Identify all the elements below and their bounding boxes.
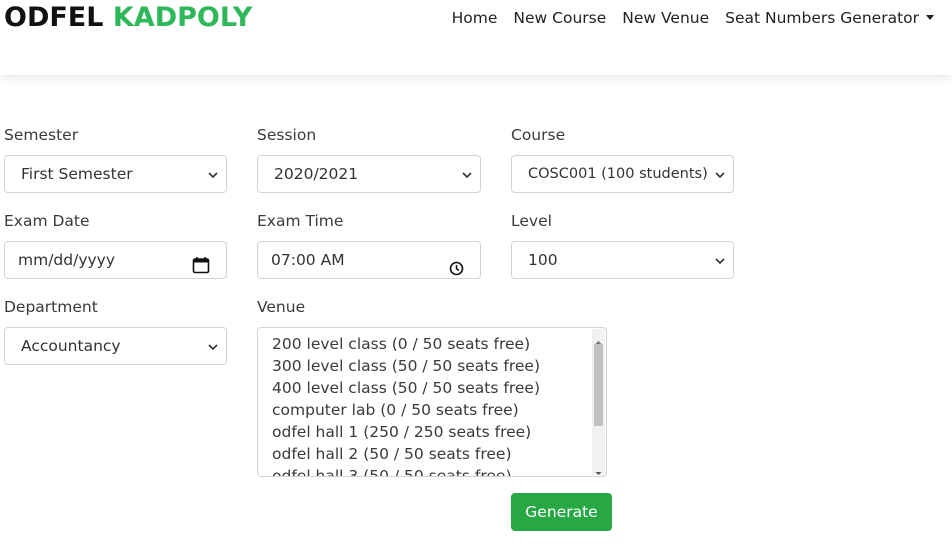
scrollbar-thumb[interactable] (594, 344, 603, 426)
clock-icon[interactable] (449, 253, 464, 289)
level-label: Level (511, 212, 552, 230)
chevron-down-icon (715, 171, 725, 179)
scroll-down-arrow-icon[interactable] (594, 463, 603, 475)
nav-new-venue[interactable]: New Venue (614, 7, 717, 29)
venue-label: Venue (257, 298, 306, 316)
chevron-down-icon (208, 343, 218, 351)
chevron-down-icon (208, 171, 218, 179)
level-value: 100 (528, 251, 558, 269)
course-select[interactable]: COSC001 (100 students) (511, 155, 734, 193)
level-select[interactable]: 100 (511, 241, 734, 279)
navbar: ODFEL KADPOLY Home New Course New Venue … (0, 0, 952, 75)
generate-button[interactable]: Generate (511, 493, 612, 531)
exam-time-input[interactable]: 07:00 AM (257, 241, 481, 279)
exam-time-label: Exam Time (257, 212, 344, 230)
exam-date-label: Exam Date (4, 212, 90, 230)
caret-down-icon (926, 15, 934, 20)
semester-label: Semester (4, 126, 79, 144)
chevron-down-icon (715, 257, 725, 265)
venue-option[interactable]: odfel hall 2 (50 / 50 seats free) (272, 443, 606, 465)
brand-part1: ODFEL (4, 2, 104, 33)
exam-time-value: 07:00 AM (271, 251, 345, 269)
session-label: Session (257, 126, 317, 144)
venue-options: 200 level class (0 / 50 seats free) 300 … (258, 328, 606, 476)
brand-logo[interactable]: ODFEL KADPOLY (4, 2, 252, 34)
scroll-up-arrow-icon[interactable] (594, 332, 603, 344)
nav-seat-numbers-label: Seat Numbers Generator (725, 9, 919, 27)
course-label: Course (511, 126, 566, 144)
venue-option[interactable]: 200 level class (0 / 50 seats free) (272, 333, 606, 355)
calendar-icon[interactable] (192, 251, 210, 287)
session-select[interactable]: 2020/2021 (257, 155, 481, 193)
nav-links: Home New Course New Venue Seat Numbers G… (444, 7, 942, 29)
brand-part2: KADPOLY (112, 2, 253, 33)
venue-option[interactable]: computer lab (0 / 50 seats free) (272, 399, 606, 421)
semester-value: First Semester (21, 165, 133, 183)
course-value: COSC001 (100 students) (528, 166, 708, 182)
semester-select[interactable]: First Semester (4, 155, 227, 193)
department-select[interactable]: Accountancy (4, 327, 227, 365)
nav-seat-numbers-dropdown[interactable]: Seat Numbers Generator (717, 7, 942, 29)
chevron-down-icon (462, 171, 472, 179)
venue-option[interactable]: odfel hall 1 (250 / 250 seats free) (272, 421, 606, 443)
exam-date-input[interactable]: mm/dd/yyyy (4, 241, 227, 279)
session-value: 2020/2021 (274, 165, 359, 183)
venue-option[interactable]: 300 level class (50 / 50 seats free) (272, 355, 606, 377)
exam-date-placeholder: mm/dd/yyyy (18, 251, 116, 269)
venue-option[interactable]: 400 level class (50 / 50 seats free) (272, 377, 606, 399)
nav-home[interactable]: Home (444, 7, 506, 29)
venue-multiselect[interactable]: 200 level class (0 / 50 seats free) 300 … (257, 327, 607, 477)
department-label: Department (4, 298, 98, 316)
nav-new-course[interactable]: New Course (505, 7, 614, 29)
venue-option[interactable]: odfel hall 3 (50 / 50 seats free) (272, 465, 606, 476)
department-value: Accountancy (21, 337, 121, 355)
